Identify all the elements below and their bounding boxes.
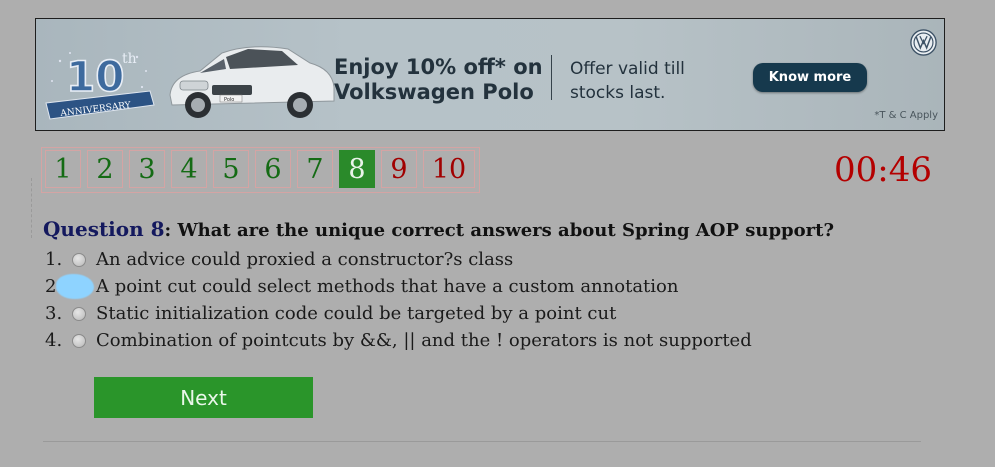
page-edge-dashed	[31, 178, 32, 238]
ad-offer-line1: Offer valid till	[570, 59, 685, 79]
answer-radio-4[interactable]	[72, 333, 86, 348]
car-plate-text: Polo	[224, 97, 234, 103]
answer-text: Static initialization code could be targ…	[96, 303, 617, 324]
anniversary-badge: 10 th ANNIVERSARY	[45, 51, 155, 120]
answer-text: An advice could proxied a constructor?s …	[96, 249, 514, 270]
question-nav-5[interactable]: 5	[213, 150, 249, 188]
answer-number: 1.	[45, 249, 63, 270]
ad-banner[interactable]: 10 th ANNIVERSARY Polo Enjoy 10% off* on…	[35, 18, 945, 131]
selection-highlight-blob	[56, 274, 94, 299]
ad-divider	[551, 55, 552, 100]
footer-divider	[43, 441, 921, 442]
answer-number: 4.	[45, 330, 63, 351]
question-navigator: 1 2 3 4 5 6 7 8 9 10	[41, 147, 480, 193]
vw-logo-icon	[910, 29, 937, 56]
answer-option-4[interactable]: 4. Combination of pointcuts by &&, || an…	[45, 327, 845, 354]
question-nav-7[interactable]: 7	[297, 150, 333, 188]
anniversary-suffix: th	[122, 51, 137, 67]
answer-list: 1. An advice could proxied a constructor…	[45, 246, 845, 354]
answer-text: Combination of pointcuts by &&, || and t…	[96, 330, 752, 351]
answer-option-2[interactable]: 2. A point cut could select methods that…	[45, 273, 845, 300]
ad-offer-line2: stocks last.	[570, 83, 666, 103]
answer-number: 3.	[45, 303, 63, 324]
question-nav-8-active[interactable]: 8	[339, 150, 375, 188]
anniversary-number: 10	[66, 52, 124, 101]
ad-headline: Enjoy 10% off* on Volkswagen Polo	[334, 55, 554, 105]
car-image: Polo	[169, 46, 335, 118]
ad-headline-line2: Volkswagen Polo	[334, 80, 534, 104]
question-nav-6[interactable]: 6	[255, 150, 291, 188]
question-nav-4[interactable]: 4	[171, 150, 207, 188]
answer-option-1[interactable]: 1. An advice could proxied a constructor…	[45, 246, 845, 273]
countdown-timer: 00:46	[834, 150, 932, 190]
question-text: : What are the unique correct answers ab…	[164, 220, 834, 241]
answer-option-3[interactable]: 3. Static initialization code could be t…	[45, 300, 845, 327]
next-button[interactable]: Next	[94, 377, 313, 418]
ad-offer-text: Offer valid till stocks last.	[570, 57, 730, 105]
ad-headline-line1: Enjoy 10% off* on	[334, 55, 543, 79]
answer-radio-3[interactable]	[72, 306, 86, 321]
answer-radio-1[interactable]	[72, 252, 86, 267]
question-label: Question 8	[43, 217, 165, 241]
know-more-button[interactable]: Know more	[753, 63, 867, 92]
question-nav-9[interactable]: 9	[381, 150, 417, 188]
question-heading: Question 8: What are the unique correct …	[43, 217, 943, 241]
answer-text: A point cut could select methods that ha…	[96, 276, 679, 297]
question-nav-2[interactable]: 2	[87, 150, 123, 188]
question-nav-10[interactable]: 10	[423, 150, 475, 188]
question-nav-3[interactable]: 3	[129, 150, 165, 188]
question-nav-1[interactable]: 1	[45, 150, 81, 188]
terms-disclaimer: *T & C Apply	[874, 110, 938, 121]
